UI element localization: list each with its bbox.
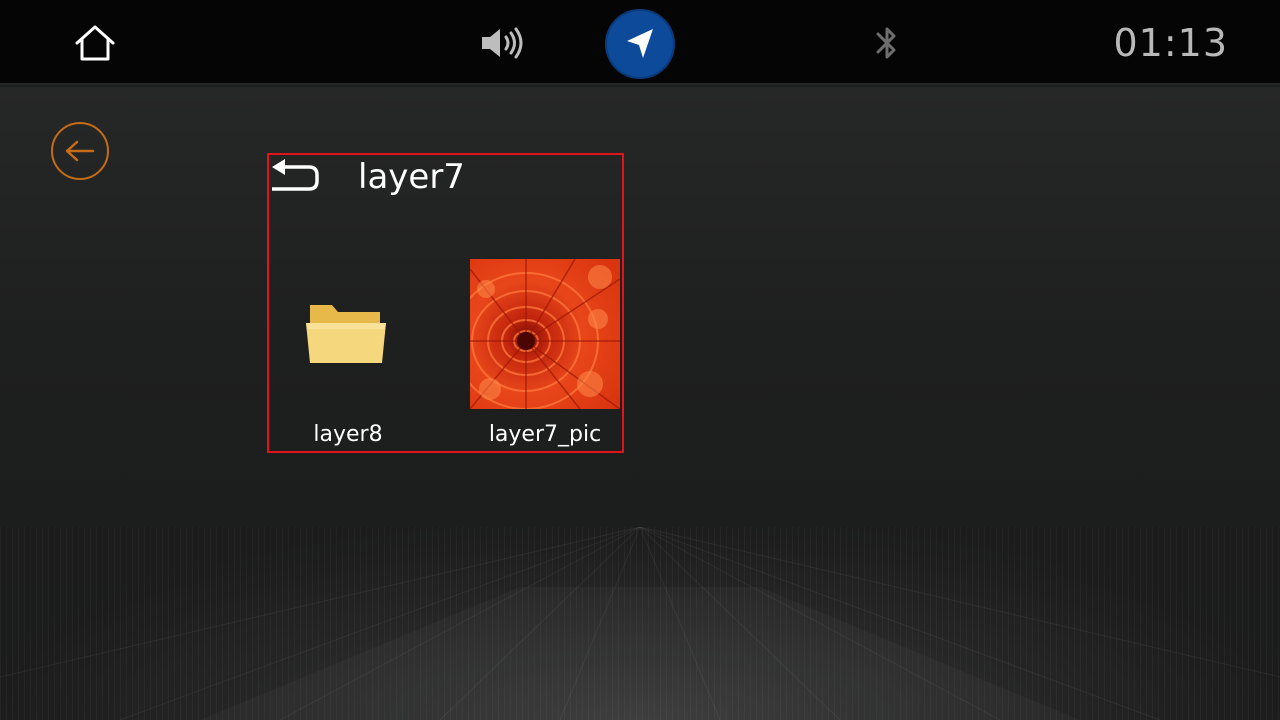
file-item-image[interactable]: layer7_pic: [470, 259, 620, 453]
screen: 01:13 layer7 layer8 layer7_pic: [0, 0, 1280, 720]
bluetooth-icon: [876, 27, 896, 59]
folder-thumbnail: [271, 259, 421, 409]
home-button[interactable]: [66, 14, 124, 72]
background-perspective-lines: [0, 527, 1280, 720]
bluetooth-button[interactable]: [858, 14, 916, 72]
main-area: layer7 layer8 layer7_pic: [0, 87, 1280, 720]
image-thumbnail: [470, 259, 620, 409]
navigation-arrow-icon: [627, 29, 653, 58]
volume-button[interactable]: [472, 14, 532, 72]
file-item-folder[interactable]: layer8: [271, 259, 421, 453]
current-folder-title: layer7: [358, 157, 465, 197]
file-browser-panel: layer7 layer8 layer7_pic: [267, 153, 624, 453]
file-item-label: layer7_pic: [488, 422, 602, 447]
back-button[interactable]: [51, 122, 109, 180]
back-arrow-circle-icon: [65, 140, 95, 162]
home-icon: [75, 25, 115, 61]
parent-folder-button[interactable]: [269, 157, 321, 197]
clock: 01:13: [1113, 21, 1228, 65]
speaker-volume-icon: [482, 27, 523, 59]
folder-icon: [306, 305, 386, 363]
navigation-button[interactable]: [605, 9, 675, 79]
file-item-label: layer8: [313, 422, 383, 447]
status-bar: 01:13: [0, 0, 1280, 85]
return-arrow-icon: [272, 159, 319, 191]
flower-image: [470, 259, 620, 409]
